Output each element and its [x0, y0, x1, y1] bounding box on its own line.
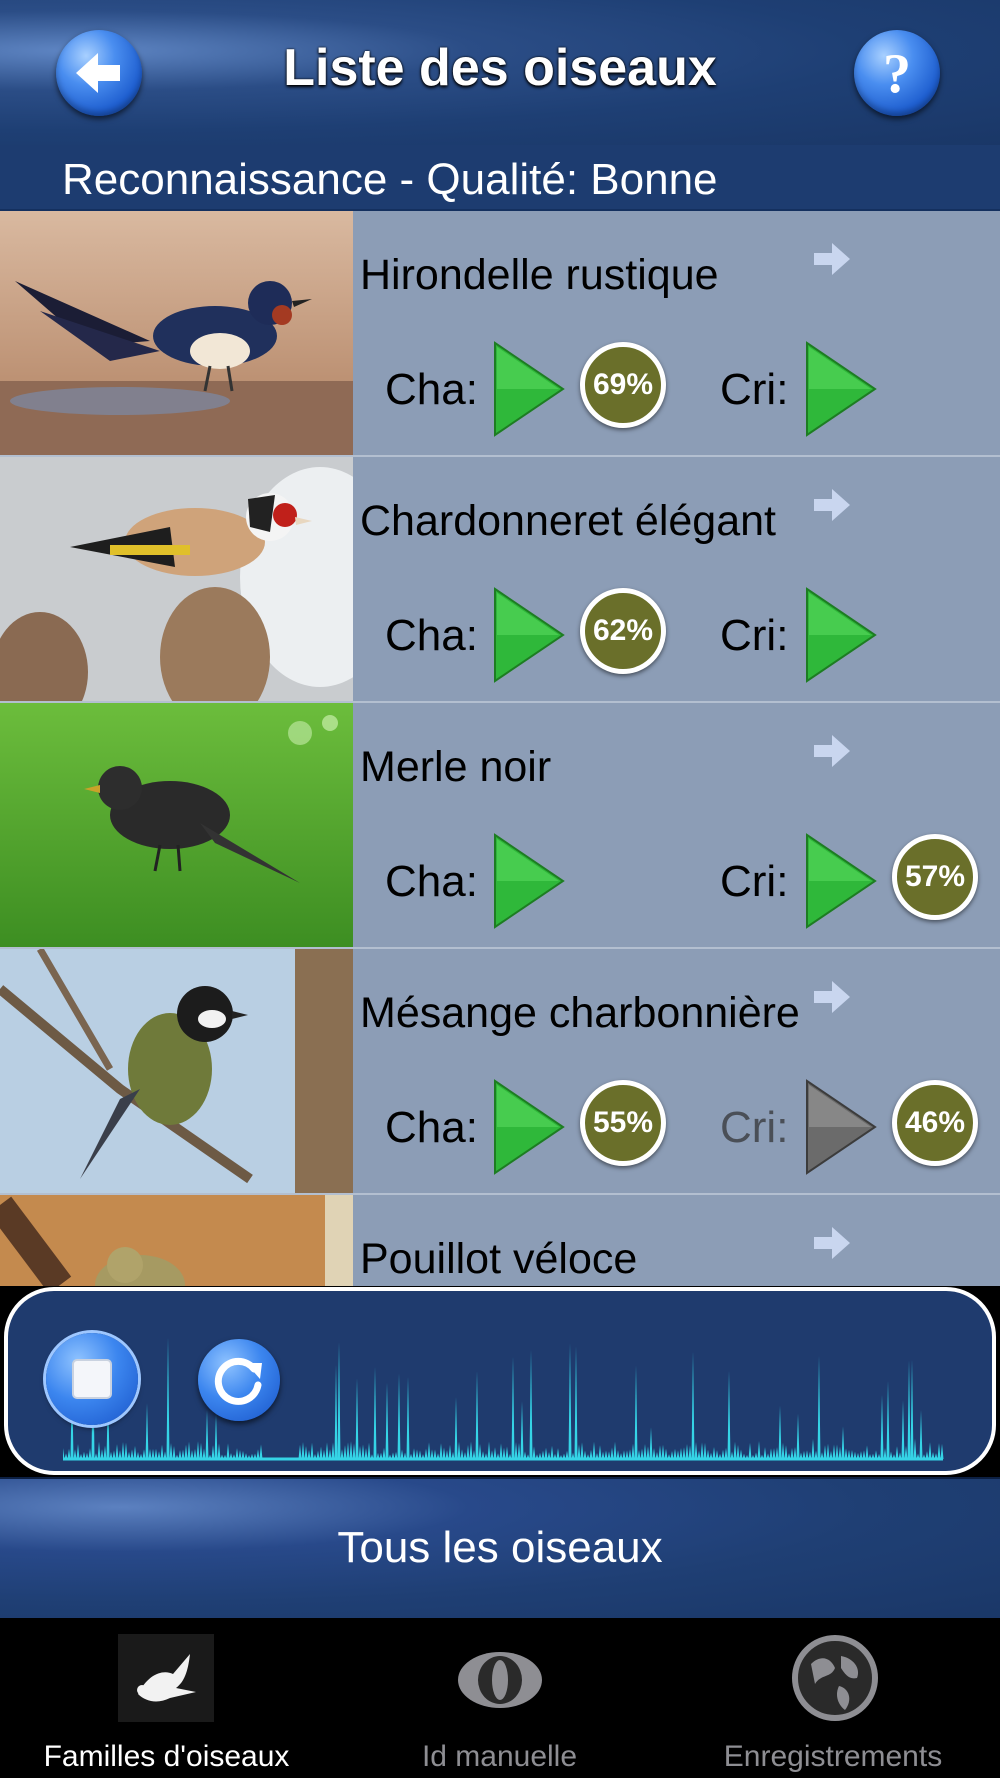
help-button[interactable]: ?: [854, 30, 940, 116]
call-label: Cri:: [720, 857, 789, 906]
tab-manual-id[interactable]: Id manuelle: [333, 1618, 666, 1778]
detail-arrow-icon[interactable]: [812, 241, 852, 277]
bird-name: Hirondelle rustique: [360, 251, 719, 299]
bird-row[interactable]: Mésange charbonnière Cha: 55% Cri: 46%: [0, 949, 1000, 1195]
recognition-status-bar: Reconnaissance - Qualité: Bonne: [0, 145, 1000, 211]
tab-label: Id manuelle: [421, 1740, 578, 1773]
song-label: Cha:: [385, 1103, 478, 1152]
question-icon: ?: [883, 43, 911, 105]
stop-button[interactable]: [46, 1333, 138, 1425]
tab-bird-families[interactable]: Familles d'oiseaux: [0, 1618, 333, 1778]
play-call-disabled-icon[interactable]: [805, 1079, 877, 1175]
page-title: Liste des oiseaux: [283, 39, 717, 97]
detail-arrow-icon[interactable]: [812, 487, 852, 523]
bird-photo: [0, 457, 353, 701]
bird-name: Mésange charbonnière: [360, 989, 800, 1037]
call-score-badge: 57%: [892, 834, 978, 920]
bird-name: Chardonneret élégant: [360, 497, 776, 545]
detail-arrow-icon[interactable]: [812, 733, 852, 769]
detail-arrow-icon[interactable]: [812, 1225, 852, 1261]
all-birds-label: Tous les oiseaux: [337, 1523, 663, 1572]
play-call-icon[interactable]: [805, 833, 877, 929]
tab-label: Familles d'oiseaux: [43, 1740, 290, 1773]
song-score-badge: 69%: [580, 342, 666, 428]
eye-icon: [458, 1652, 542, 1708]
bird-photo: [0, 1195, 353, 1286]
bird-name: Merle noir: [360, 743, 552, 791]
svg-text:?: ?: [883, 43, 911, 105]
waveform: [63, 1332, 944, 1461]
detail-arrow-icon[interactable]: [812, 979, 852, 1015]
play-song-icon[interactable]: [493, 587, 565, 683]
bird-row[interactable]: Merle noir Cha: Cri: 57%: [0, 703, 1000, 949]
play-song-icon[interactable]: [493, 1079, 565, 1175]
bird-list[interactable]: Hirondelle rustique Cha: 69% Cri: Chardo…: [0, 211, 1000, 1286]
song-label: Cha:: [385, 365, 478, 414]
song-label: Cha:: [385, 611, 478, 660]
stop-icon: [72, 1359, 112, 1399]
tab-recordings[interactable]: Enregistrements: [666, 1618, 1000, 1778]
navigation-bar: Liste des oiseaux ?: [0, 0, 1000, 147]
song-label: Cha:: [385, 857, 478, 906]
play-song-icon[interactable]: [493, 833, 565, 929]
globe-icon: [792, 1635, 878, 1721]
call-score-badge: 46%: [892, 1080, 978, 1166]
play-song-icon[interactable]: [493, 341, 565, 437]
bird-photo: [0, 703, 353, 947]
bird-row[interactable]: Chardonneret élégant Cha: 62% Cri:: [0, 457, 1000, 703]
song-score-badge: 62%: [580, 588, 666, 674]
call-label: Cri:: [720, 611, 789, 660]
call-label: Cri:: [720, 365, 789, 414]
repeat-button[interactable]: [198, 1339, 280, 1421]
tab-label: Enregistrements: [723, 1740, 943, 1773]
play-call-icon[interactable]: [805, 341, 877, 437]
play-call-icon[interactable]: [805, 587, 877, 683]
tab-bar: Familles d'oiseaux Id manuelle Enregistr…: [0, 1618, 1000, 1778]
bird-name: Pouillot véloce: [360, 1235, 638, 1283]
repeat-icon: [214, 1357, 262, 1405]
audio-player: [4, 1287, 996, 1475]
song-score-badge: 55%: [580, 1080, 666, 1166]
bird-row[interactable]: Hirondelle rustique Cha: 69% Cri:: [0, 211, 1000, 457]
call-label: Cri:: [720, 1103, 789, 1152]
bird-photo: [0, 949, 353, 1193]
bird-row[interactable]: Pouillot véloce: [0, 1195, 1000, 1286]
bird-icon: [118, 1634, 214, 1722]
bird-photo: [0, 211, 353, 455]
recognition-quality-text: Reconnaissance - Qualité: Bonne: [62, 155, 718, 204]
all-birds-button[interactable]: Tous les oiseaux: [0, 1477, 1000, 1620]
